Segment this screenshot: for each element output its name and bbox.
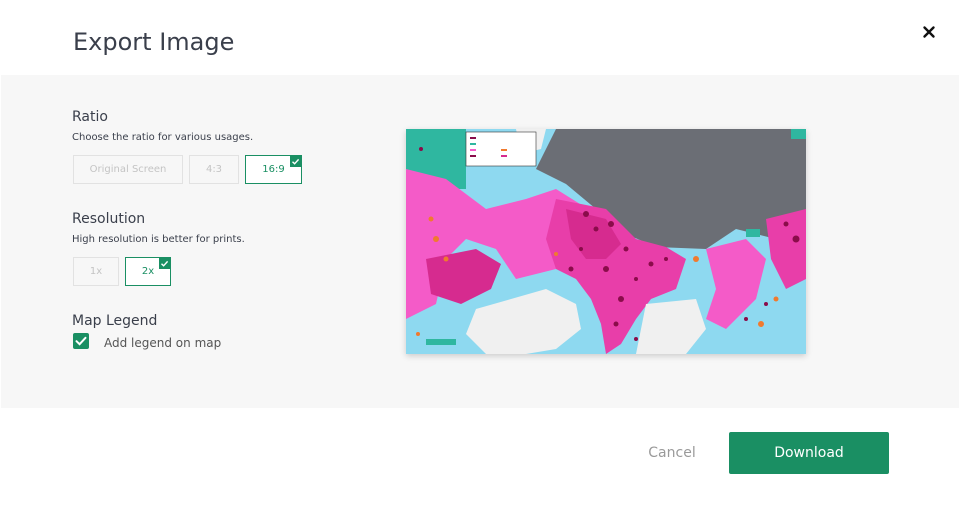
ratio-description: Choose the ratio for various usages. [72, 132, 254, 143]
selected-check-icon [159, 258, 170, 269]
ratio-option-label: 4:3 [205, 164, 223, 175]
legend-checkbox[interactable] [73, 333, 89, 349]
resolution-option-label: 1x [89, 266, 103, 277]
resolution-description: High resolution is better for prints. [72, 234, 245, 245]
export-image-dialog: Export Image Ratio Choose the ratio for … [0, 0, 960, 514]
download-button[interactable]: Download [729, 432, 889, 474]
checkmark-icon [75, 336, 87, 346]
close-icon[interactable] [919, 22, 939, 42]
cancel-button[interactable]: Cancel [636, 442, 708, 464]
resolution-option-1x[interactable]: 1x [73, 257, 119, 286]
ratio-option-label: 16:9 [262, 164, 285, 175]
legend-checkbox-label[interactable]: Add legend on map [104, 336, 221, 350]
dialog-header: Export Image [0, 0, 960, 75]
map-preview [406, 129, 806, 354]
ratio-option-4-3[interactable]: 4:3 [189, 155, 239, 184]
legend-title: Map Legend [72, 313, 158, 329]
resolution-option-label: 2x [141, 266, 155, 277]
ratio-option-16-9[interactable]: 16:9 [245, 155, 302, 184]
ratio-option-original-screen[interactable]: Original Screen [73, 155, 183, 184]
resolution-option-2x[interactable]: 2x [125, 257, 171, 286]
ratio-option-label: Original Screen [89, 164, 167, 175]
selected-check-icon [290, 156, 301, 167]
ratio-title: Ratio [72, 109, 108, 125]
dialog-title: Export Image [73, 28, 235, 56]
resolution-title: Resolution [72, 211, 146, 227]
